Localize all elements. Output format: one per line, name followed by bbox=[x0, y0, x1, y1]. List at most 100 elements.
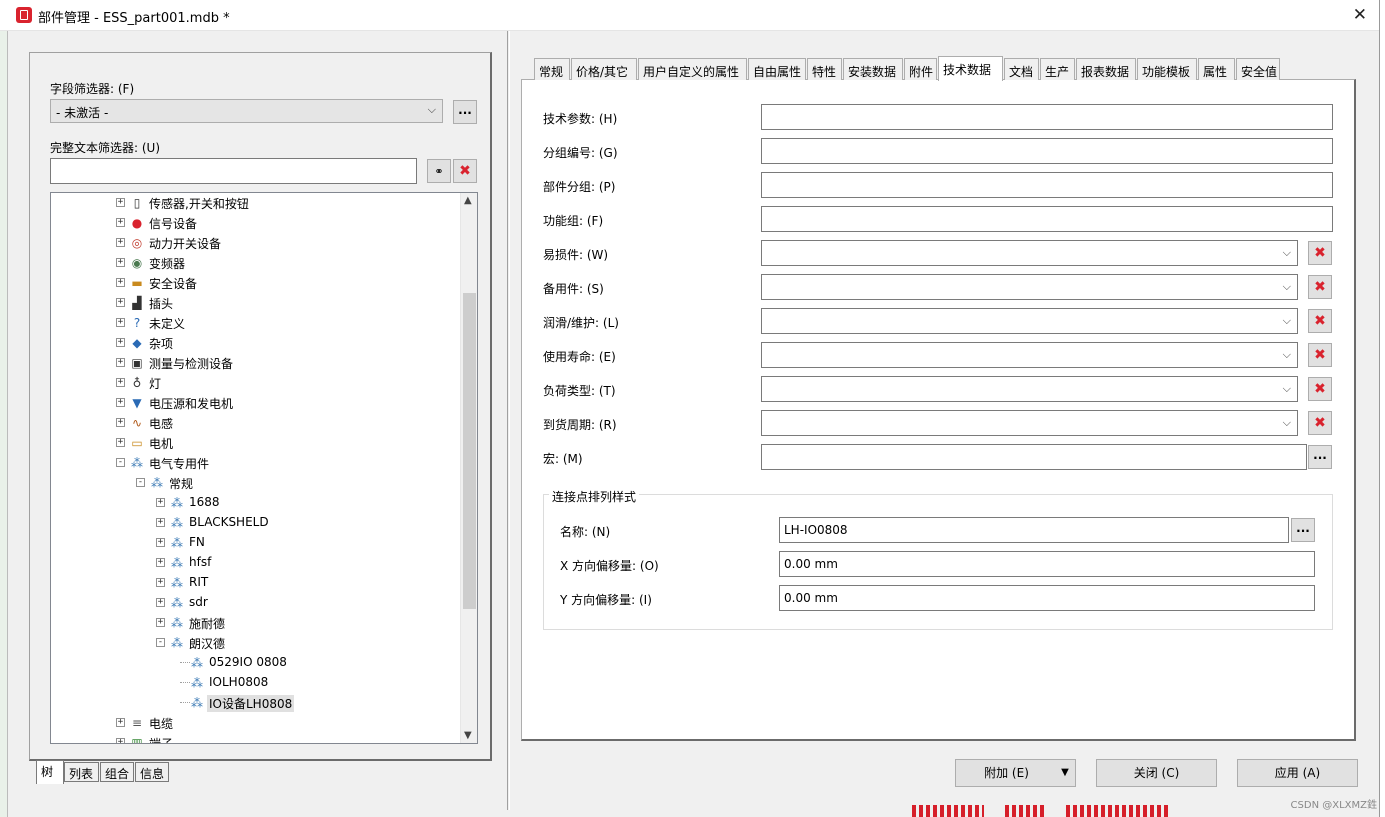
expand-icon[interactable]: + bbox=[116, 318, 125, 327]
expand-icon[interactable]: + bbox=[116, 298, 125, 307]
clear-filter-button[interactable]: ✖ bbox=[453, 159, 477, 183]
tree-node[interactable]: + ⁂ BLACKSHELD bbox=[51, 513, 461, 533]
expand-icon[interactable]: + bbox=[116, 238, 125, 247]
tree-node[interactable]: +? 未定义 bbox=[51, 313, 461, 333]
expand-icon[interactable]: + bbox=[116, 258, 125, 267]
tree-node[interactable]: + ▥ 端子 bbox=[51, 733, 461, 743]
expand-icon[interactable]: + bbox=[116, 418, 125, 427]
tab-3[interactable]: 自由属性 bbox=[748, 58, 806, 80]
apply-button[interactable]: 应用 (A) bbox=[1237, 759, 1358, 787]
tree-node[interactable]: + ≡ 电缆 bbox=[51, 713, 461, 733]
tree-node[interactable]: + ∿ 电感 bbox=[51, 413, 461, 433]
tree-node[interactable]: + ⁂ 1688 bbox=[51, 493, 461, 513]
expand-icon[interactable]: + bbox=[156, 598, 165, 607]
tree-node[interactable]: + ▬ 安全设备 bbox=[51, 273, 461, 293]
expand-icon[interactable]: + bbox=[116, 198, 125, 207]
expand-icon[interactable]: + bbox=[116, 738, 125, 743]
expand-icon[interactable]: + bbox=[156, 618, 165, 627]
expand-icon[interactable]: + bbox=[116, 378, 125, 387]
expand-icon[interactable]: + bbox=[156, 578, 165, 587]
tab-6[interactable]: 附件 bbox=[904, 58, 937, 80]
field-input[interactable] bbox=[761, 206, 1333, 232]
panel-splitter[interactable] bbox=[507, 31, 510, 810]
tree-node[interactable]: ⁂ 0529IO 0808 bbox=[51, 653, 461, 673]
clear-value-button[interactable]: ✖ bbox=[1308, 309, 1332, 333]
tree-node[interactable]: + ♁ 灯 bbox=[51, 373, 461, 393]
tree-node[interactable]: + ⁂ 施耐德 bbox=[51, 613, 461, 633]
field-input[interactable] bbox=[761, 104, 1333, 130]
tree-node[interactable]: + ◆ 杂项 bbox=[51, 333, 461, 353]
tree-node[interactable]: ⁂ IO设备LH0808 bbox=[51, 693, 461, 713]
expand-icon[interactable]: + bbox=[116, 718, 125, 727]
clear-value-button[interactable]: ✖ bbox=[1308, 343, 1332, 367]
expand-icon[interactable]: + bbox=[156, 538, 165, 547]
tree-scrollbar[interactable]: ▲ ▼ bbox=[460, 193, 477, 743]
name-more-button[interactable]: ... bbox=[1291, 518, 1315, 542]
tab-2[interactable]: 用户自定义的属性 bbox=[638, 58, 747, 80]
tab-12[interactable]: 属性 bbox=[1198, 58, 1235, 80]
tab-9[interactable]: 生产 bbox=[1040, 58, 1075, 80]
clear-value-button[interactable]: ✖ bbox=[1308, 241, 1332, 265]
tree-node[interactable]: + ▭ 电机 bbox=[51, 433, 461, 453]
tab-13[interactable]: 安全值 bbox=[1236, 58, 1280, 80]
tree-node[interactable]: + ⁂ hfsf bbox=[51, 553, 461, 573]
tab-4[interactable]: 特性 bbox=[807, 58, 842, 80]
tree-node[interactable]: + ⁂ FN bbox=[51, 533, 461, 553]
part-tree[interactable]: + ▥ 端子 + ≡ 电缆 ⁂ IO设备LH0808 ⁂ IOLH0808 ⁂ 0529IO 0808… bbox=[50, 192, 478, 744]
tree-node[interactable]: + ▟ 插头 bbox=[51, 293, 461, 313]
y-offset-input[interactable]: 0.00 mm bbox=[779, 585, 1315, 611]
expand-icon[interactable]: + bbox=[116, 218, 125, 227]
tab-list[interactable]: 列表 bbox=[64, 762, 99, 782]
binoculars-search-button[interactable]: ⚭ bbox=[427, 159, 451, 183]
tab-10[interactable]: 报表数据 bbox=[1076, 58, 1136, 80]
expand-icon[interactable]: + bbox=[116, 338, 125, 347]
expand-icon[interactable]: + bbox=[156, 558, 165, 567]
collapse-icon[interactable]: - bbox=[136, 478, 145, 487]
tab-8[interactable]: 文档 bbox=[1004, 58, 1039, 80]
field-input[interactable] bbox=[761, 138, 1333, 164]
close-window-icon[interactable]: ✕ bbox=[1353, 5, 1367, 25]
attach-button[interactable]: 附加 (E) ▼ bbox=[955, 759, 1076, 787]
tab-0[interactable]: 常规 bbox=[534, 58, 570, 80]
tree-node[interactable]: + ▯ 传感器,开关和按钮 bbox=[51, 193, 461, 213]
tree-node[interactable]: + ▼ 电压源和发电机 bbox=[51, 393, 461, 413]
field-dropdown[interactable]: ⌵ bbox=[761, 342, 1298, 368]
tree-node[interactable]: + ⁂ RIT bbox=[51, 573, 461, 593]
expand-icon[interactable]: + bbox=[116, 278, 125, 287]
tab-info[interactable]: 信息 bbox=[135, 762, 169, 782]
tab-5[interactable]: 安装数据 bbox=[843, 58, 903, 80]
expand-icon[interactable]: + bbox=[156, 518, 165, 527]
scroll-thumb[interactable] bbox=[463, 293, 476, 609]
tree-node[interactable]: - ⁂ 电气专用件 bbox=[51, 453, 461, 473]
tab-11[interactable]: 功能模板 bbox=[1137, 58, 1197, 80]
tree-node[interactable]: + ⁂ sdr bbox=[51, 593, 461, 613]
tree-node[interactable]: + ▣ 测量与检测设备 bbox=[51, 353, 461, 373]
tree-node[interactable]: + ◎ 动力开关设备 bbox=[51, 233, 461, 253]
field-input[interactable] bbox=[761, 172, 1333, 198]
tab-tree[interactable]: 树 bbox=[36, 760, 64, 784]
expand-icon[interactable]: + bbox=[116, 358, 125, 367]
fulltext-filter-input[interactable] bbox=[50, 158, 417, 184]
expand-icon[interactable]: + bbox=[116, 398, 125, 407]
tab-1[interactable]: 价格/其它 bbox=[571, 58, 637, 80]
clear-value-button[interactable]: ✖ bbox=[1308, 411, 1332, 435]
expand-icon[interactable]: + bbox=[116, 438, 125, 447]
field-dropdown[interactable]: ⌵ bbox=[761, 410, 1298, 436]
close-button[interactable]: 关闭 (C) bbox=[1096, 759, 1217, 787]
name-input[interactable]: LH-IO0808 bbox=[779, 517, 1289, 543]
tab-7[interactable]: 技术数据 bbox=[938, 56, 1003, 81]
field-dropdown[interactable]: ⌵ bbox=[761, 274, 1298, 300]
tree-node[interactable]: - ⁂ 朗汉德 bbox=[51, 633, 461, 653]
field-filter-select[interactable]: - 未激活 - ⌵ bbox=[50, 99, 443, 123]
tree-node[interactable]: - ⁂ 常规 bbox=[51, 473, 461, 493]
clear-value-button[interactable]: ✖ bbox=[1308, 275, 1332, 299]
clear-value-button[interactable]: ✖ bbox=[1308, 377, 1332, 401]
field-dropdown[interactable]: ⌵ bbox=[761, 376, 1298, 402]
field-dropdown[interactable]: ⌵ bbox=[761, 240, 1298, 266]
field-filter-more-button[interactable]: ... bbox=[453, 100, 477, 124]
collapse-icon[interactable]: - bbox=[116, 458, 125, 467]
field-dropdown[interactable]: ⌵ bbox=[761, 308, 1298, 334]
expand-icon[interactable]: + bbox=[156, 498, 165, 507]
collapse-icon[interactable]: - bbox=[156, 638, 165, 647]
tree-node[interactable]: + ◉ 变频器 bbox=[51, 253, 461, 273]
